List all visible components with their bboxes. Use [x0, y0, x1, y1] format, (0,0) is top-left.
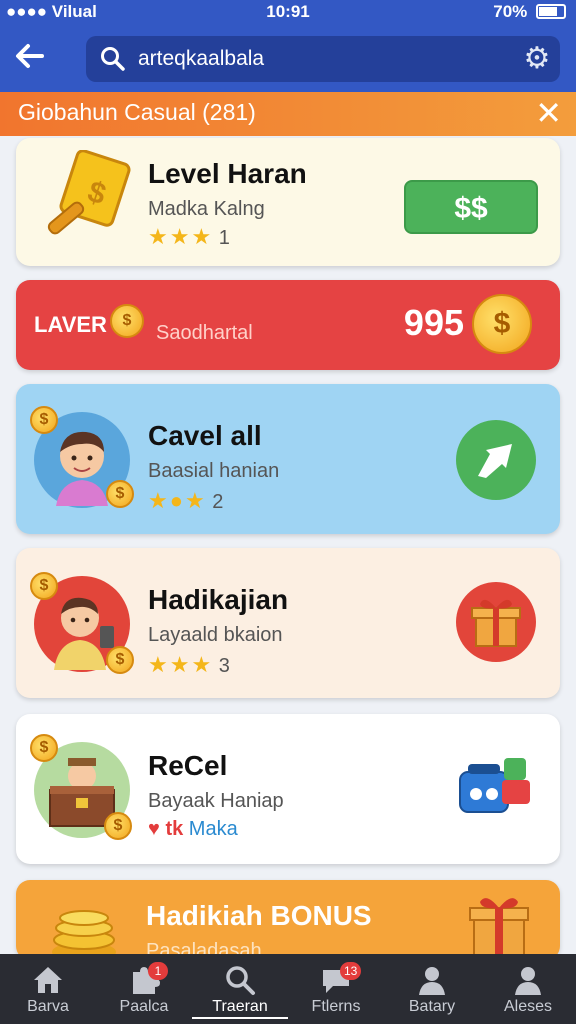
search-icon [223, 964, 257, 996]
coin-icon: $ [104, 812, 132, 840]
price-button-label: $$ [454, 192, 488, 225]
back-arrow-icon[interactable] [14, 40, 50, 76]
search-input[interactable] [138, 44, 498, 74]
home-icon [31, 964, 65, 996]
battery-percent: 70% [493, 2, 528, 21]
person-icon [415, 964, 449, 996]
coin-icon: $ [106, 646, 134, 674]
nav-item-barva[interactable]: Barva [0, 954, 96, 1024]
hammer-icon: $ [38, 149, 134, 254]
category-title: Giobahun Casual (281) [18, 99, 256, 125]
notification-badge: 13 [340, 962, 362, 980]
card-rating: ★★★ 3 [148, 652, 230, 678]
status-bar: ●●●● Vilual 10:91 70% [0, 0, 576, 26]
nav-label: Aleses [503, 998, 553, 1015]
arrow-action-button[interactable] [456, 420, 536, 500]
card-tags: ♥ tk Maka [148, 818, 238, 841]
bonus-card[interactable]: Hadikiah BONUS Pasaladasah [16, 880, 560, 960]
price-button[interactable]: $$ [404, 180, 538, 234]
card-subtitle: Saodhartal [156, 322, 253, 344]
nav-item-ftlerns[interactable]: 13 Ftlerns [288, 954, 384, 1024]
card-title: Level Haran [148, 158, 307, 189]
coin-bar-card[interactable]: LAVER $ Saodhartal 995 $ [16, 280, 560, 370]
nav-label: Paalca [119, 998, 169, 1015]
tag-b: Maka [188, 818, 238, 840]
rating-count: 3 [218, 655, 230, 677]
rating-count: 2 [212, 491, 224, 513]
game-card-1[interactable]: $ Level Haran Madka Kalng ★★★ 1 $$ [16, 138, 560, 266]
game-card-5[interactable]: $ $ ReCel Bayaak Haniap ♥ tk Maka [16, 714, 560, 864]
heart-icon: ♥ [148, 818, 160, 840]
card-title: Hadikajian [148, 584, 289, 615]
nav-label: Barva [27, 998, 69, 1015]
status-battery-area: 70% [493, 2, 566, 22]
bottom-nav: Barva 1 Paalca Traeran 13 Ftlerns Batary… [0, 954, 576, 1024]
card-title: Hadikiah BONUS [146, 900, 372, 931]
star-icon: ★●★ [148, 488, 207, 513]
rating-count: 1 [218, 227, 230, 249]
card-subtitle: Madka Kalng [148, 198, 265, 220]
game-card-3[interactable]: $ $ Cavel all Baasial hanian ★●★ 2 [16, 384, 560, 534]
card-rating: ★★★ 1 [148, 224, 230, 250]
game-card-4[interactable]: $ $ Hadikajian Layaald bkaion ★★★ 3 [16, 548, 560, 698]
coin-value: 995 [403, 302, 464, 343]
nav-item-paalca[interactable]: 1 Paalca [96, 954, 192, 1024]
card-subtitle: Baasial hanian [148, 460, 280, 482]
notification-badge: 1 [148, 962, 168, 980]
nav-item-batary[interactable]: Batary [384, 954, 480, 1024]
search-icon [100, 46, 126, 72]
battery-icon [536, 4, 566, 19]
gear-icon[interactable]: ⚙ [522, 44, 552, 74]
coin-icon: $ [106, 480, 134, 508]
gift-icon[interactable] [456, 582, 536, 662]
coin-icon: $ [30, 572, 58, 600]
nav-label: Batary [408, 998, 456, 1015]
coin-icon: $ [110, 304, 144, 338]
nav-item-aleses[interactable]: Aleses [480, 954, 576, 1024]
nav-label: Traeran [192, 998, 288, 1019]
coin-icon: $ [30, 734, 58, 762]
search-box: ⚙ [86, 36, 560, 82]
big-coin-icon: $ [472, 294, 532, 354]
card-brand: LAVER [34, 312, 107, 337]
gift-icon[interactable] [460, 890, 538, 960]
card-title: ReCel [148, 750, 228, 781]
profile-icon [511, 964, 545, 996]
nav-label: Ftlerns [311, 998, 361, 1015]
tag-a: tk [165, 818, 184, 840]
nav-item-traeran[interactable]: Traeran [192, 954, 288, 1024]
coin-stack-icon [38, 898, 138, 960]
status-time: 10:91 [266, 2, 310, 21]
coin-icon: $ [30, 406, 58, 434]
star-icon: ★★★ [148, 652, 214, 677]
close-icon[interactable]: ✕ [535, 96, 562, 130]
card-subtitle: Layaald bkaion [148, 624, 283, 646]
category-banner: Giobahun Casual (281) ✕ [0, 92, 576, 136]
star-icon: ★★★ [148, 224, 214, 249]
search-header: ⚙ [0, 26, 576, 92]
card-title: Cavel all [148, 420, 262, 451]
card-rating: ★●★ 2 [148, 488, 223, 514]
card-subtitle: Bayaak Haniap [148, 790, 284, 812]
toolbox-icon[interactable] [454, 750, 538, 830]
